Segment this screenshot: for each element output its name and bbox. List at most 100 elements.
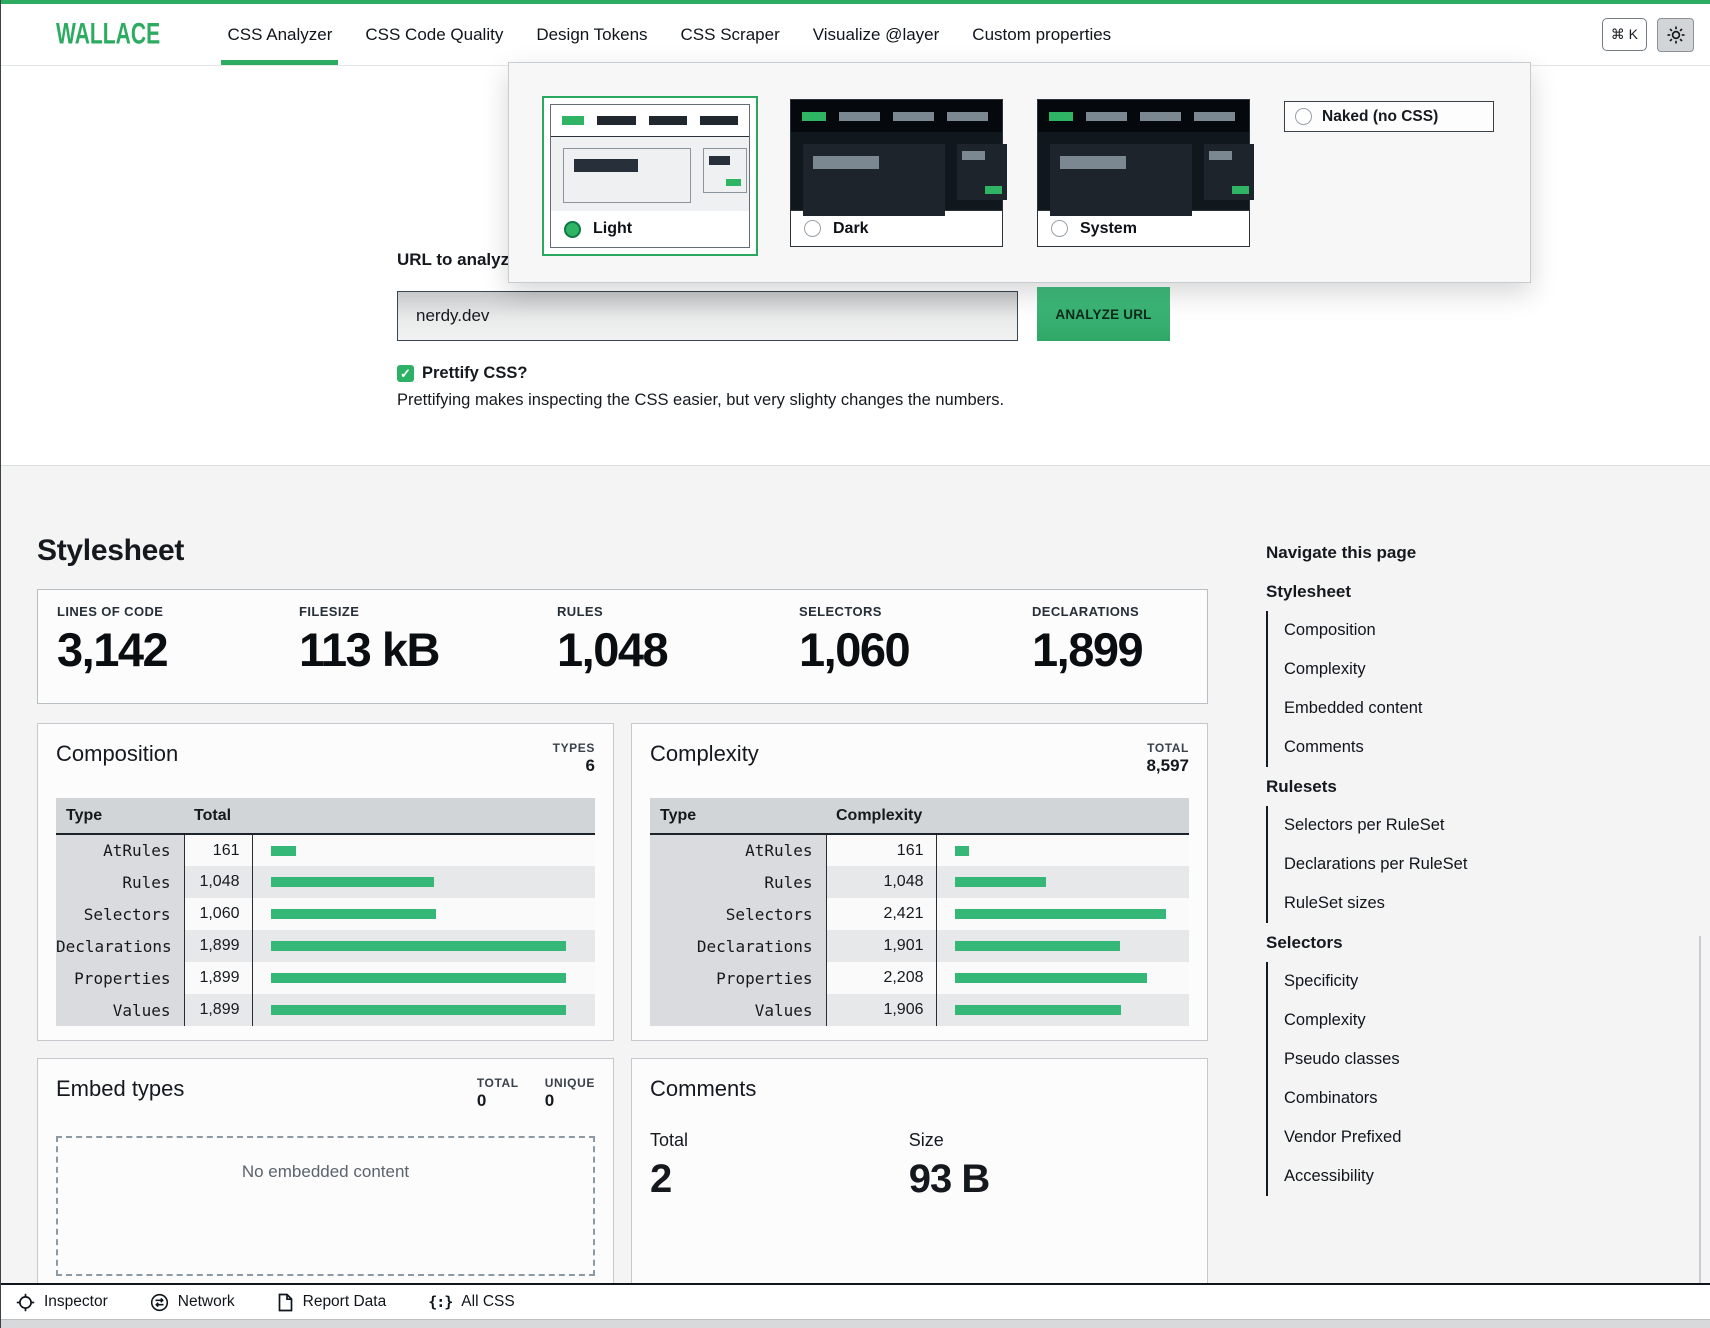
stat-lines-of-code: LINES OF CODE 3,142 xyxy=(57,604,299,703)
toc-link[interactable]: Accessibility xyxy=(1268,1157,1696,1196)
row-value: 1,906 xyxy=(826,994,936,1026)
composition-meta: TYPES 6 xyxy=(553,741,595,776)
toc-link[interactable]: Pseudo classes xyxy=(1268,1040,1696,1079)
nav-design-tokens[interactable]: Design Tokens xyxy=(536,4,647,65)
column-header-bar xyxy=(252,798,595,834)
toc-section-heading: Rulesets xyxy=(1266,767,1696,806)
table-row: Declarations1,901 xyxy=(650,930,1189,962)
composition-table: Type Total AtRules161Rules1,048Selectors… xyxy=(56,798,595,1026)
nav-custom-properties[interactable]: Custom properties xyxy=(972,4,1111,65)
toc-link[interactable]: Complexity xyxy=(1268,1001,1696,1040)
tab-report-data[interactable]: Report Data xyxy=(277,1293,387,1312)
bottom-toolbar: Inspector Network Report Data {:} All CS… xyxy=(1,1283,1710,1319)
row-bar xyxy=(936,962,1189,994)
row-type: Declarations xyxy=(56,930,184,962)
url-input[interactable] xyxy=(397,291,1018,341)
nav-visualize-layer[interactable]: Visualize @layer xyxy=(813,4,940,65)
table-row: Selectors1,060 xyxy=(56,898,595,930)
column-header-type: Type xyxy=(650,798,826,834)
nav-css-scraper[interactable]: CSS Scraper xyxy=(681,4,780,65)
table-row: AtRules161 xyxy=(56,834,595,866)
wallace-logo[interactable]: WALLACE xyxy=(56,18,160,51)
theme-label-naked: Naked (no CSS) xyxy=(1322,108,1438,126)
radio-light[interactable] xyxy=(564,221,581,238)
row-type: Selectors xyxy=(650,898,826,930)
row-bar xyxy=(936,994,1189,1026)
table-row: Properties1,899 xyxy=(56,962,595,994)
radio-naked[interactable] xyxy=(1295,108,1312,125)
table-row: Rules1,048 xyxy=(56,866,595,898)
stylesheet-stats-panel: LINES OF CODE 3,142 FILESIZE 113 kB RULE… xyxy=(37,589,1208,704)
tab-all-css[interactable]: {:} All CSS xyxy=(428,1293,515,1311)
url-label: URL to analyze xyxy=(397,250,519,270)
nav-css-code-quality[interactable]: CSS Code Quality xyxy=(365,4,503,65)
toc-link[interactable]: Declarations per RuleSet xyxy=(1268,845,1696,884)
no-embedded-content-box: No embedded content xyxy=(56,1136,595,1276)
embed-total-stat: TOTAL 0 xyxy=(477,1076,519,1111)
top-accent-bar xyxy=(1,0,1710,4)
row-bar xyxy=(936,834,1189,866)
toc-link[interactable]: Composition xyxy=(1268,611,1696,650)
sun-icon xyxy=(1666,25,1686,45)
page-scrollbar[interactable] xyxy=(1699,936,1702,1328)
tab-network[interactable]: Network xyxy=(150,1293,235,1312)
row-bar xyxy=(252,930,595,962)
comments-total-stat: Total 2 xyxy=(650,1130,909,1202)
toc-link[interactable]: Complexity xyxy=(1268,650,1696,689)
row-type: Selectors xyxy=(56,898,184,930)
stat-declarations: DECLARATIONS 1,899 xyxy=(1032,604,1207,703)
network-icon xyxy=(150,1293,169,1312)
radio-dark[interactable] xyxy=(804,220,821,237)
toc-link[interactable]: RuleSet sizes xyxy=(1268,884,1696,923)
comments-size-stat: Size 93 B xyxy=(909,1130,1168,1202)
tab-inspector[interactable]: Inspector xyxy=(16,1293,108,1312)
theme-option-system[interactable]: System xyxy=(1037,99,1250,247)
toc-section-heading: Selectors xyxy=(1266,923,1696,962)
main-nav: CSS Analyzer CSS Code Quality Design Tok… xyxy=(227,4,1111,65)
comments-title: Comments xyxy=(650,1076,756,1102)
page-toc: Navigate this page StylesheetComposition… xyxy=(1266,533,1696,1196)
row-value: 1,048 xyxy=(184,866,252,898)
theme-label-dark: Dark xyxy=(833,220,869,238)
radio-system[interactable] xyxy=(1051,220,1068,237)
comments-card: Comments Total 2 Size 93 B xyxy=(631,1058,1208,1298)
stat-filesize: FILESIZE 113 kB xyxy=(299,604,557,703)
theme-option-light[interactable]: Light xyxy=(542,96,758,256)
nav-css-analyzer[interactable]: CSS Analyzer xyxy=(227,4,332,65)
toc-link[interactable]: Selectors per RuleSet xyxy=(1268,806,1696,845)
toc-link[interactable]: Embedded content xyxy=(1268,689,1696,728)
command-palette-button[interactable]: ⌘ K xyxy=(1602,18,1647,51)
toc-link[interactable]: Comments xyxy=(1268,728,1696,767)
column-header-total: Total xyxy=(184,798,252,834)
theme-option-naked[interactable]: Naked (no CSS) xyxy=(1284,101,1494,132)
toc-link[interactable]: Combinators xyxy=(1268,1079,1696,1118)
table-row: Selectors2,421 xyxy=(650,898,1189,930)
row-type: AtRules xyxy=(56,834,184,866)
header-actions: ⌘ K xyxy=(1602,18,1694,52)
theme-toggle-button[interactable] xyxy=(1657,18,1694,52)
row-bar xyxy=(936,898,1189,930)
prettify-checkbox[interactable]: ✓ xyxy=(397,365,414,382)
theme-picker-popover: Light Dark System xyxy=(508,62,1531,283)
row-value: 1,901 xyxy=(826,930,936,962)
column-header-complexity: Complexity xyxy=(826,798,936,834)
toc-link[interactable]: Vendor Prefixed xyxy=(1268,1118,1696,1157)
row-bar xyxy=(936,930,1189,962)
window-bottom-edge xyxy=(1,1319,1710,1328)
row-type: Values xyxy=(650,994,826,1026)
complexity-meta: TOTAL 8,597 xyxy=(1146,741,1189,776)
analyze-url-button[interactable]: ANALYZE URL xyxy=(1037,287,1170,341)
composition-title: Composition xyxy=(56,741,178,767)
theme-option-dark[interactable]: Dark xyxy=(790,99,1003,247)
row-bar xyxy=(936,866,1189,898)
composition-card: Composition TYPES 6 Type Total AtRules16… xyxy=(37,723,614,1041)
toc-section-heading: Stylesheet xyxy=(1266,572,1696,611)
prettify-row: ✓ Prettify CSS? xyxy=(397,364,527,383)
report-data-icon xyxy=(277,1293,294,1312)
row-type: Properties xyxy=(650,962,826,994)
row-value: 2,421 xyxy=(826,898,936,930)
theme-label-light: Light xyxy=(593,220,632,238)
prettify-label: Prettify CSS? xyxy=(422,364,527,383)
stat-selectors: SELECTORS 1,060 xyxy=(799,604,1032,703)
toc-link[interactable]: Specificity xyxy=(1268,962,1696,1001)
